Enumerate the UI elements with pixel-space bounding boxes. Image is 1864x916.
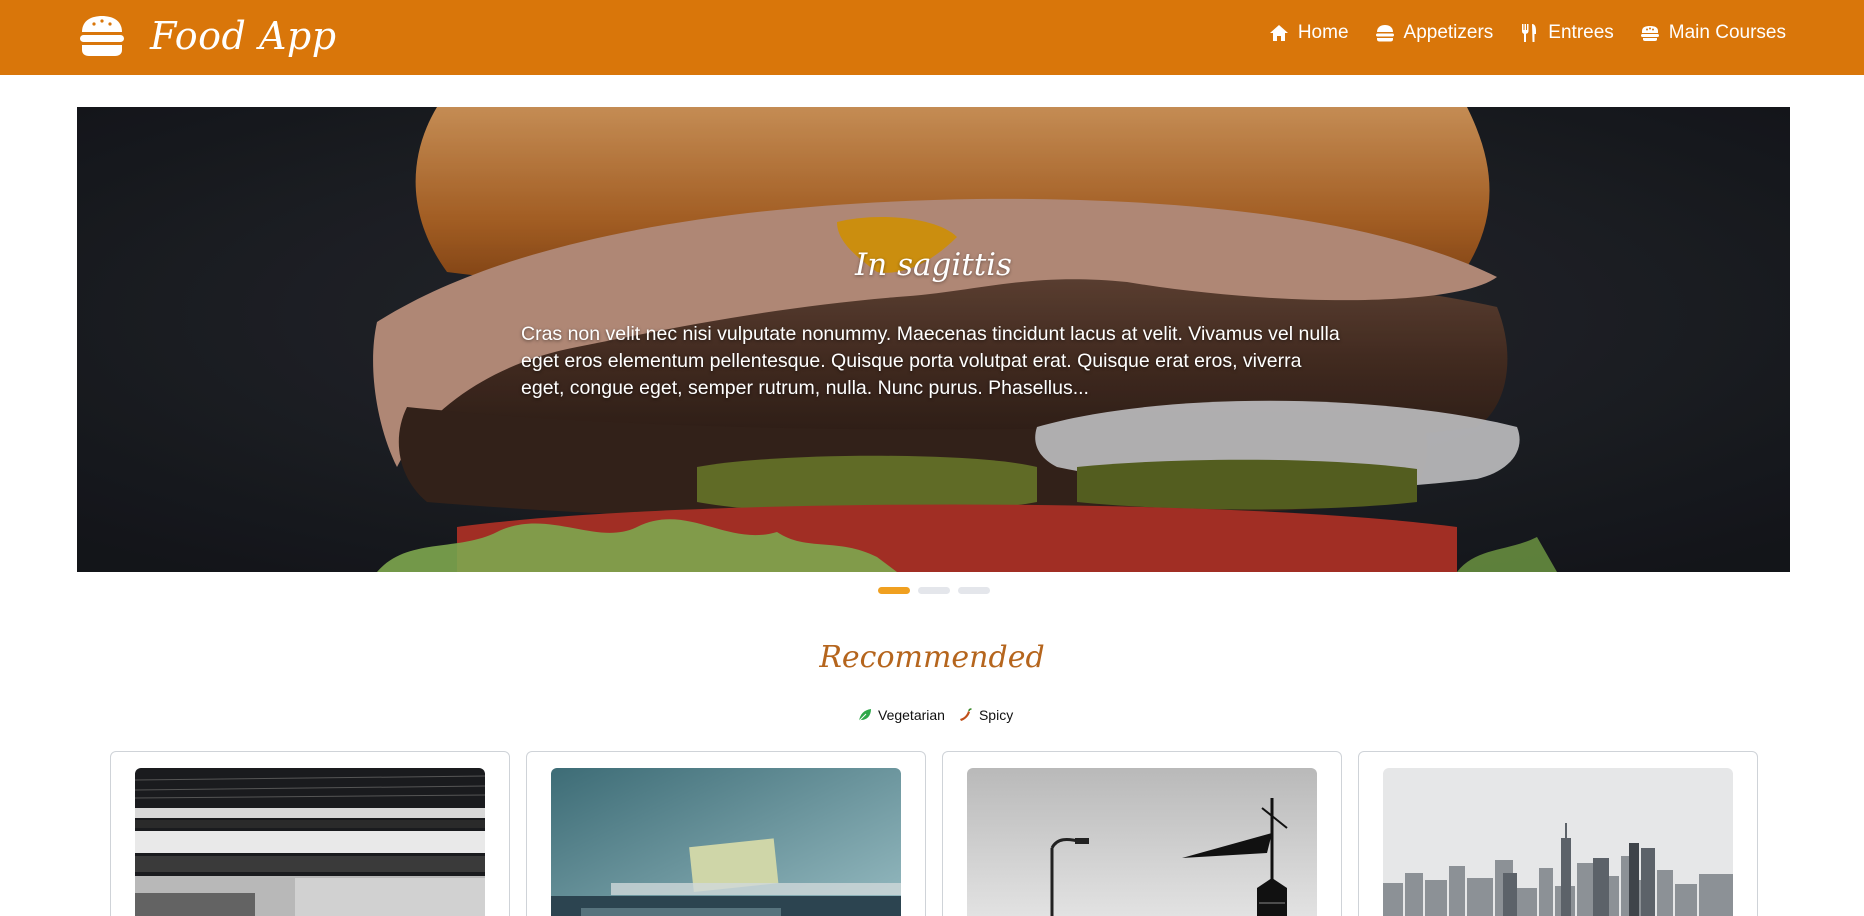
burger-icon bbox=[1375, 25, 1394, 42]
nav-entrees-label: Entrees bbox=[1548, 22, 1614, 43]
nav-home-label: Home bbox=[1297, 22, 1349, 43]
carousel-title: In sagittis bbox=[855, 247, 1012, 283]
nav-home[interactable]: Home bbox=[1269, 22, 1349, 44]
carousel-indicator-2[interactable] bbox=[918, 587, 950, 594]
carousel-caption: In sagittis Cras non velit nec nisi vulp… bbox=[521, 247, 1346, 402]
carousel-indicator-3[interactable] bbox=[958, 587, 990, 594]
brand-link[interactable]: Food App bbox=[78, 11, 337, 61]
leaf-icon bbox=[858, 709, 871, 722]
skyline-photo bbox=[1383, 768, 1733, 916]
home-icon bbox=[1269, 25, 1288, 41]
card-image bbox=[967, 768, 1317, 916]
main-nav: Home Appetizers Entrees Main Courses bbox=[1269, 22, 1786, 44]
recipe-card[interactable] bbox=[1358, 751, 1758, 916]
brand-title: Food App bbox=[150, 14, 337, 58]
carousel-text: Cras non velit nec nisi vulputate nonumm… bbox=[521, 323, 1340, 399]
subway-blur-photo bbox=[135, 768, 485, 916]
carousel-indicators bbox=[878, 587, 990, 594]
stroopwafel-icon bbox=[1640, 26, 1659, 41]
windvane-photo bbox=[967, 768, 1317, 916]
card-image bbox=[135, 768, 485, 916]
nav-main-courses-label: Main Courses bbox=[1668, 22, 1786, 43]
nav-appetizers[interactable]: Appetizers bbox=[1375, 22, 1494, 44]
top-navbar: Food App Home Appetizers Entrees Main Co… bbox=[0, 0, 1864, 75]
burger-icon bbox=[80, 16, 124, 56]
desk-blur-photo bbox=[551, 768, 901, 916]
legend-vegetarian: Vegetarian bbox=[858, 707, 945, 723]
legend-spicy: Spicy bbox=[959, 707, 1013, 723]
legend-vegetarian-label: Vegetarian bbox=[878, 707, 945, 723]
pepper-icon bbox=[959, 708, 972, 721]
card-image bbox=[551, 768, 901, 916]
card-image bbox=[1383, 768, 1733, 916]
utensils-icon bbox=[1522, 24, 1537, 42]
diet-legend: Vegetarian Spicy bbox=[858, 707, 1013, 723]
recommended-title: Recommended bbox=[819, 640, 1045, 675]
recommended-cards bbox=[110, 751, 1758, 916]
nav-appetizers-label: Appetizers bbox=[1403, 22, 1494, 43]
recipe-card[interactable] bbox=[526, 751, 926, 916]
recipe-card[interactable] bbox=[110, 751, 510, 916]
carousel-indicator-1[interactable] bbox=[878, 587, 910, 594]
hero-carousel[interactable]: In sagittis Cras non velit nec nisi vulp… bbox=[77, 107, 1790, 572]
legend-spicy-label: Spicy bbox=[978, 707, 1014, 723]
recipe-card[interactable] bbox=[942, 751, 1342, 916]
nav-entrees[interactable]: Entrees bbox=[1519, 22, 1614, 44]
nav-main-courses[interactable]: Main Courses bbox=[1640, 22, 1786, 44]
